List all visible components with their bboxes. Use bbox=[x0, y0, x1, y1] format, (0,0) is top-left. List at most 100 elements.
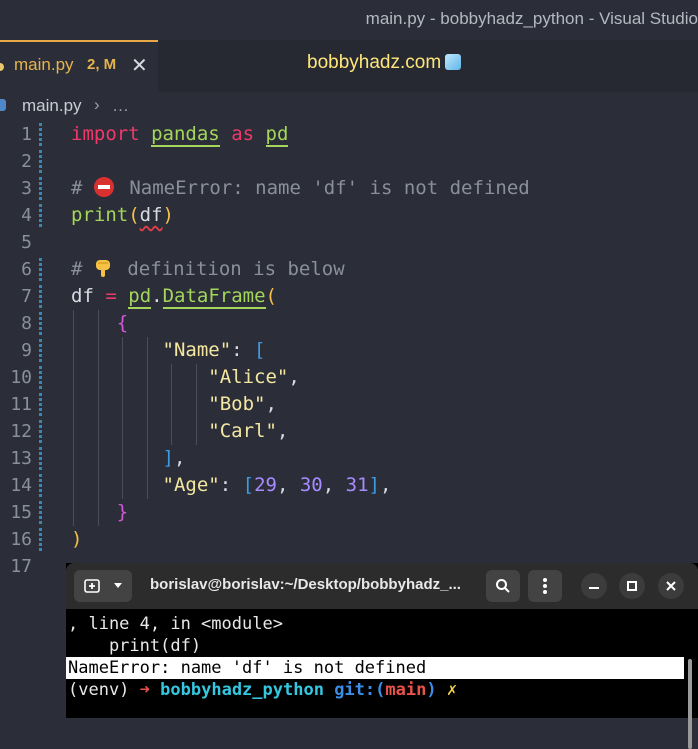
gutter-modified-marker bbox=[39, 474, 42, 497]
code-line: 3 # NameError: name 'df' is not defined bbox=[0, 175, 698, 202]
gutter-modified-marker bbox=[39, 420, 42, 443]
search-button[interactable] bbox=[486, 570, 520, 602]
new-tab-icon bbox=[84, 579, 100, 593]
code-comment: # definition is below bbox=[71, 258, 345, 280]
brand-title: bobbyhadz.com bbox=[307, 52, 462, 74]
code-text: print(df) bbox=[71, 204, 174, 226]
maximize-button[interactable] bbox=[619, 573, 645, 599]
code-text: "Bob", bbox=[208, 393, 277, 415]
close-icon[interactable]: ✕ bbox=[131, 53, 148, 78]
line-number: 16 bbox=[10, 529, 32, 550]
kebab-menu-icon bbox=[543, 578, 547, 594]
line-number: 10 bbox=[10, 367, 32, 388]
line-number: 14 bbox=[10, 475, 32, 496]
code-text: { bbox=[116, 312, 129, 334]
line-number: 4 bbox=[21, 205, 32, 226]
ice-cube-icon bbox=[445, 54, 462, 70]
code-line: 8 { bbox=[0, 310, 698, 337]
gutter-modified-marker bbox=[39, 447, 42, 470]
line-number: 1 bbox=[21, 124, 32, 145]
code-line: 6 # definition is below bbox=[0, 256, 698, 283]
terminal-output[interactable]: , line 4, in <module> print(df) NameErro… bbox=[66, 609, 698, 749]
gutter-modified-marker bbox=[39, 285, 42, 308]
line-number: 13 bbox=[10, 448, 32, 469]
line-number: 3 bbox=[21, 178, 32, 199]
line-number: 2 bbox=[21, 151, 32, 172]
code-text: ], bbox=[162, 447, 186, 469]
code-line: 13 ], bbox=[0, 445, 698, 472]
code-line: 1 import pandas as pd bbox=[0, 121, 698, 148]
python-file-icon bbox=[0, 63, 4, 71]
breadcrumb: main.py › … bbox=[0, 92, 698, 120]
pointing-down-hand-icon bbox=[95, 260, 110, 277]
line-number: 5 bbox=[21, 232, 32, 253]
code-line: 14 "Age": [29, 30, 31], bbox=[0, 472, 698, 499]
line-number: 7 bbox=[21, 286, 32, 307]
code-line: 9 "Name": [ bbox=[0, 337, 698, 364]
code-text: import pandas as pd bbox=[71, 123, 289, 147]
close-icon bbox=[666, 581, 676, 591]
code-text: "Alice", bbox=[208, 366, 300, 388]
code-editor[interactable]: 1 import pandas as pd 2 3 # NameError: n… bbox=[0, 121, 698, 591]
gutter-modified-marker bbox=[39, 366, 42, 389]
code-line: 5 bbox=[0, 229, 698, 256]
line-number: 11 bbox=[10, 394, 32, 415]
line-number: 9 bbox=[21, 340, 32, 361]
gutter-modified-marker bbox=[39, 501, 42, 524]
error-squiggle: df bbox=[139, 204, 163, 226]
code-line: 4 print(df) bbox=[0, 202, 698, 229]
tab-filename: main.py bbox=[14, 55, 74, 74]
maximize-icon bbox=[627, 581, 637, 591]
tab-problems-badge: 2, M bbox=[87, 56, 117, 73]
chevron-down-icon bbox=[114, 583, 122, 588]
gutter-modified-marker bbox=[39, 312, 42, 335]
code-line: 2 bbox=[0, 148, 698, 175]
terminal-line-selected: NameError: name 'df' is not defined bbox=[66, 657, 684, 679]
gutter-modified-marker bbox=[39, 150, 42, 173]
line-number: 8 bbox=[21, 313, 32, 334]
code-text: ) bbox=[71, 528, 83, 550]
code-line: 10 "Alice", bbox=[0, 364, 698, 391]
python-file-icon bbox=[0, 99, 6, 111]
gutter-modified-marker bbox=[39, 339, 42, 362]
code-comment: # NameError: name 'df' is not defined bbox=[71, 177, 530, 199]
window-titlebar: main.py - bobbyhadz_python - Visual Stud… bbox=[0, 0, 698, 40]
code-line: 15 } bbox=[0, 499, 698, 526]
terminal-prompt: (venv) ➜ bobbyhadz_python git:(main) ✗ bbox=[68, 680, 458, 700]
breadcrumb-file[interactable]: main.py bbox=[22, 96, 82, 116]
code-text: df = pd.DataFrame( bbox=[71, 285, 277, 309]
editor-tab-bar: main.py 2, M ✕ bobbyhadz.com bbox=[0, 40, 698, 92]
terminal-scrollbar[interactable] bbox=[688, 659, 692, 749]
menu-button[interactable] bbox=[528, 570, 562, 602]
chevron-right-icon: › bbox=[94, 95, 100, 114]
code-line: 7 df = pd.DataFrame( bbox=[0, 283, 698, 310]
minimize-button[interactable] bbox=[581, 573, 607, 599]
new-tab-button[interactable] bbox=[74, 570, 132, 602]
line-number: 12 bbox=[10, 421, 32, 442]
code-text: "Name": [ bbox=[162, 339, 266, 361]
terminal-window[interactable]: borislav@borislav:~/Desktop/bobbyhadz_..… bbox=[66, 563, 698, 749]
tab-main-py[interactable]: main.py 2, M ✕ bbox=[0, 40, 158, 92]
terminal-title: borislav@borislav:~/Desktop/bobbyhadz_..… bbox=[150, 576, 461, 593]
line-number: 6 bbox=[21, 259, 32, 280]
code-line: 12 "Carl", bbox=[0, 418, 698, 445]
breadcrumb-more[interactable]: … bbox=[112, 96, 129, 116]
gutter-modified-marker bbox=[39, 393, 42, 416]
code-line: 16 ) bbox=[0, 526, 698, 553]
brand-text: bobbyhadz.com bbox=[307, 52, 442, 73]
terminal-line: print(df) bbox=[68, 636, 202, 656]
search-icon bbox=[496, 579, 510, 593]
gutter-modified-marker bbox=[39, 528, 42, 551]
terminal-header: borislav@borislav:~/Desktop/bobbyhadz_..… bbox=[66, 563, 698, 609]
code-text: "Carl", bbox=[208, 420, 289, 442]
minimize-icon bbox=[589, 587, 599, 589]
no-entry-icon bbox=[93, 177, 114, 197]
close-button[interactable] bbox=[658, 573, 684, 599]
code-line: 11 "Bob", bbox=[0, 391, 698, 418]
line-number: 15 bbox=[10, 502, 32, 523]
code-text: "Age": [29, 30, 31], bbox=[162, 474, 392, 496]
gutter-modified-marker bbox=[39, 258, 42, 281]
code-text: } bbox=[116, 501, 129, 523]
gutter-modified-marker bbox=[39, 123, 42, 146]
line-number: 17 bbox=[10, 556, 32, 577]
